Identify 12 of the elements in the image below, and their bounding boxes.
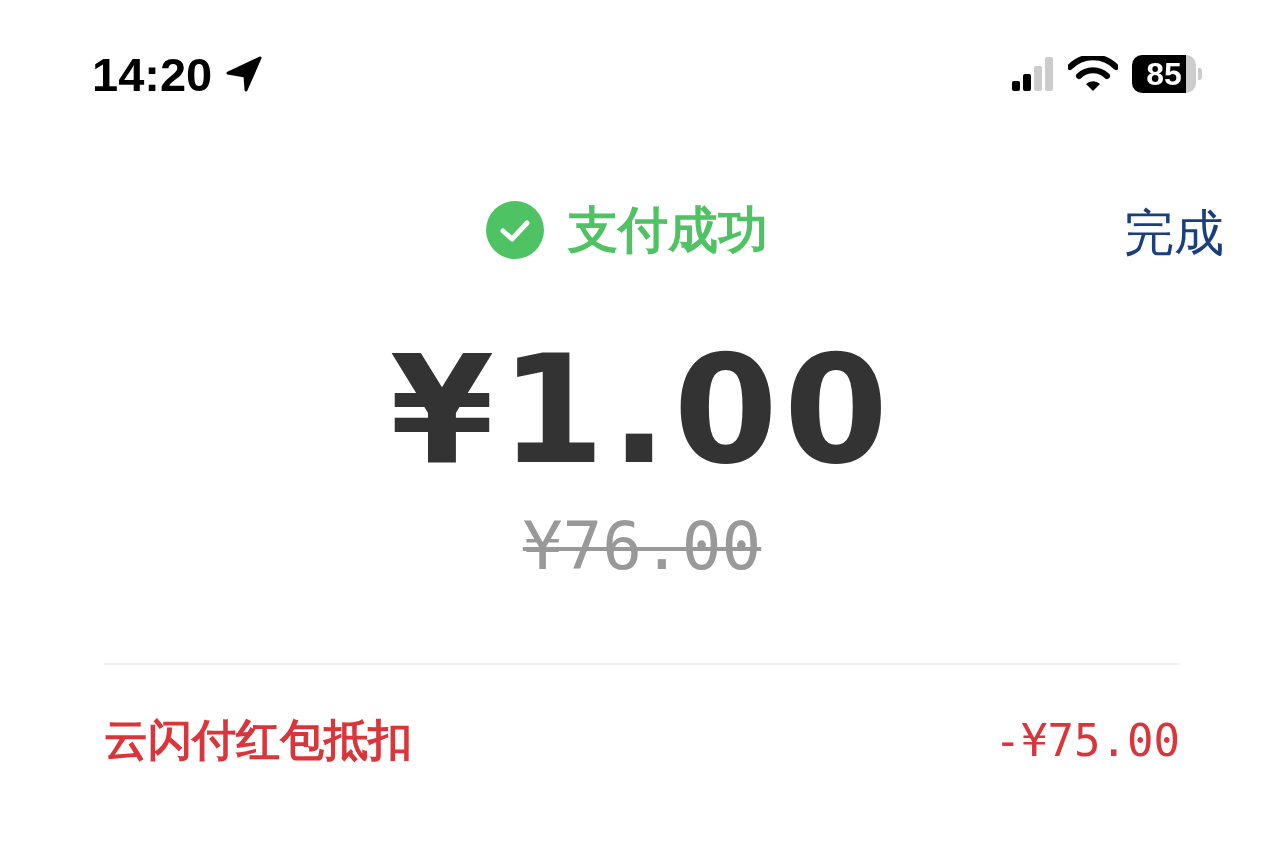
payment-status: 支付成功: [568, 199, 768, 261]
location-arrow-icon: [226, 56, 263, 92]
success-check-icon: [486, 201, 544, 259]
signal-icon: [1012, 57, 1054, 91]
clock-time: 14:20: [92, 46, 213, 102]
wifi-icon: [1068, 56, 1118, 92]
paid-amount: ¥1.00: [389, 332, 895, 490]
discount-label: 云闪付红包抵扣: [104, 712, 412, 767]
discount-amount: -¥75.00: [994, 714, 1180, 766]
battery-level: 85: [1146, 55, 1182, 93]
done-button[interactable]: 完成: [1124, 200, 1224, 267]
original-amount: ¥76.00: [522, 507, 762, 585]
